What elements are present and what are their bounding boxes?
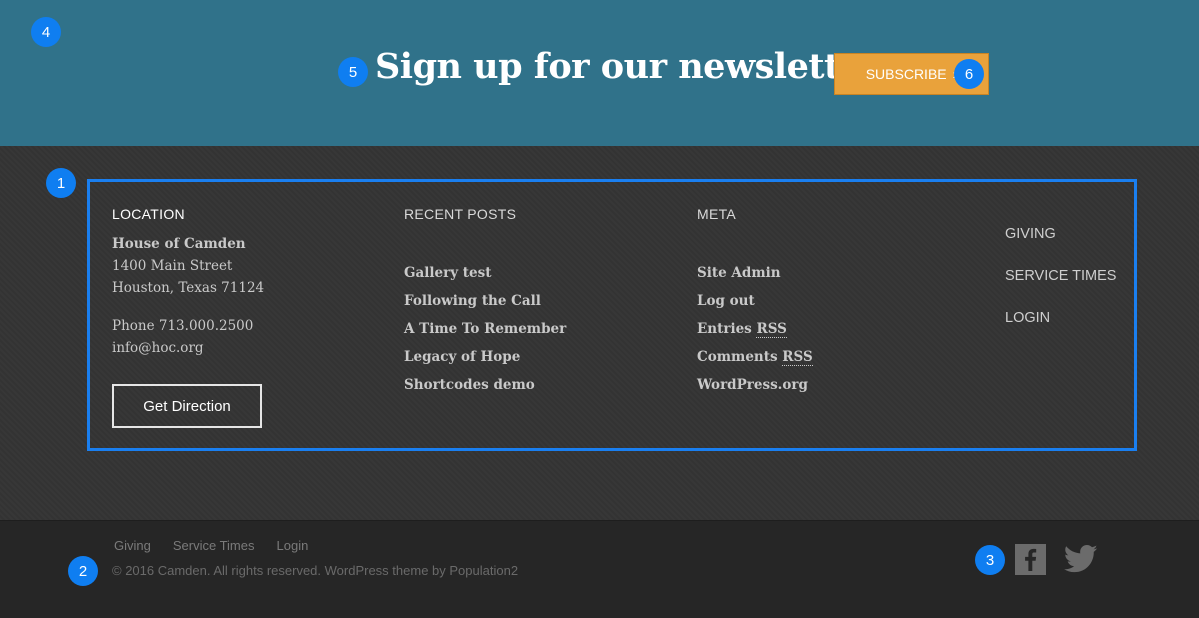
menu-item-service-times[interactable]: SERVICE TIMES	[1005, 255, 1116, 297]
location-heading: LOCATION	[112, 206, 185, 222]
meta-link-wordpress[interactable]: WordPress.org	[697, 371, 813, 399]
rss-abbr: RSS	[756, 321, 787, 338]
post-link-a-time-to-remember[interactable]: A Time To Remember	[404, 315, 566, 343]
meta-link-comments-rss[interactable]: Comments RSS	[697, 343, 813, 371]
meta-link-log-out[interactable]: Log out	[697, 287, 813, 315]
email-address: info@hoc.org	[112, 340, 204, 356]
meta-list: Site Admin Log out Entries RSS Comments …	[697, 259, 813, 399]
twitter-icon[interactable]	[1063, 544, 1098, 574]
comments-label: Comments	[697, 349, 778, 365]
footer-menu: GIVING SERVICE TIMES LOGIN	[1005, 213, 1116, 339]
bottom-nav: Giving Service Times Login	[114, 538, 308, 553]
meta-link-entries-rss[interactable]: Entries RSS	[697, 315, 813, 343]
recent-posts-list: Gallery test Following the Call A Time T…	[404, 259, 566, 399]
entries-label: Entries	[697, 321, 752, 337]
post-link-gallery-test[interactable]: Gallery test	[404, 259, 566, 287]
street-address: 1400 Main Street	[112, 258, 233, 274]
bottom-link-service-times[interactable]: Service Times	[173, 538, 255, 553]
city-address: Houston, Texas 71124	[112, 280, 265, 296]
subscribe-label: SUBSCRIBE	[865, 66, 947, 82]
annotation-marker-3: 3	[975, 545, 1005, 575]
meta-link-site-admin[interactable]: Site Admin	[697, 259, 813, 287]
post-link-following-the-call[interactable]: Following the Call	[404, 287, 566, 315]
location-name: House of Camden	[112, 236, 246, 252]
contact-block: Phone 713.000.2500 info@hoc.org	[112, 315, 253, 359]
post-link-shortcodes-demo[interactable]: Shortcodes demo	[404, 371, 566, 399]
newsletter-section: Sign up for our newsletter SUBSCRIBE ›	[0, 0, 1199, 146]
newsletter-title: Sign up for our newsletter	[375, 46, 880, 87]
post-link-legacy-of-hope[interactable]: Legacy of Hope	[404, 343, 566, 371]
bottom-link-giving[interactable]: Giving	[114, 538, 151, 553]
meta-heading: META	[697, 206, 737, 222]
address-block: House of Camden 1400 Main Street Houston…	[112, 233, 264, 299]
menu-item-login[interactable]: LOGIN	[1005, 297, 1116, 339]
recent-posts-heading: RECENT POSTS	[404, 206, 517, 222]
bottom-link-login[interactable]: Login	[277, 538, 309, 553]
copyright-text: © 2016 Camden. All rights reserved. Word…	[112, 563, 519, 578]
annotation-marker-1: 1	[46, 168, 76, 198]
annotation-marker-6: 6	[954, 59, 984, 89]
annotation-marker-2: 2	[68, 556, 98, 586]
phone-number: Phone 713.000.2500	[112, 318, 254, 334]
annotation-marker-4: 4	[31, 17, 61, 47]
rss-abbr: RSS	[782, 349, 813, 366]
get-direction-button[interactable]: Get Direction	[112, 384, 262, 428]
facebook-icon[interactable]	[1015, 544, 1046, 575]
annotation-marker-5: 5	[338, 57, 368, 87]
menu-item-giving[interactable]: GIVING	[1005, 213, 1116, 255]
